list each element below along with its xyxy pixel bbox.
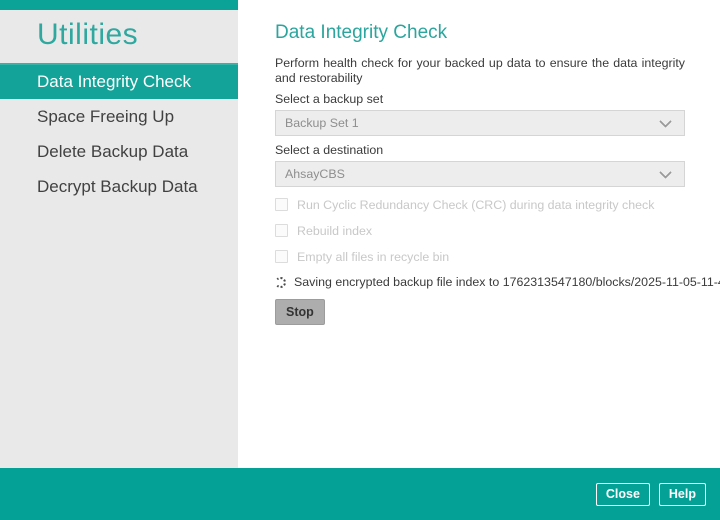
page-title: Utilities [37,18,139,51]
crc-checkbox-label: Run Cyclic Redundancy Check (CRC) during… [297,197,655,212]
rebuild-index-row: Rebuild index [275,223,685,238]
description-text: Perform health check for your backed up … [275,56,685,85]
empty-recycle-bin-checkbox[interactable] [275,250,288,263]
sidebar-item-delete-backup-data[interactable]: Delete Backup Data [0,134,238,169]
progress-status-row: Saving encrypted backup file index to 17… [275,275,720,289]
status-text: Saving encrypted backup file index to 17… [294,275,720,289]
chevron-down-icon [659,165,672,179]
crc-check-row: Run Cyclic Redundancy Check (CRC) during… [275,197,685,212]
rebuild-index-checkbox[interactable] [275,224,288,237]
main-content: Data Integrity Check Perform health chec… [238,0,720,468]
utilities-window: Utilities Data Integrity Check Space Fre… [0,0,720,520]
chevron-down-icon [659,114,672,128]
options-group: Run Cyclic Redundancy Check (CRC) during… [275,197,685,264]
spinner-icon [275,276,286,288]
destination-label: Select a destination [275,143,384,157]
sidebar-item-space-freeing-up[interactable]: Space Freeing Up [0,99,238,134]
sidebar-item-decrypt-backup-data[interactable]: Decrypt Backup Data [0,169,238,204]
backup-set-label: Select a backup set [275,92,384,106]
footer-bar: Close Help [0,468,720,520]
sidebar: Utilities Data Integrity Check Space Fre… [0,0,243,468]
crc-checkbox[interactable] [275,198,288,211]
help-button[interactable]: Help [658,482,706,506]
empty-recycle-bin-label: Empty all files in recycle bin [297,249,450,264]
close-button[interactable]: Close [595,482,650,506]
backup-set-select[interactable]: Backup Set 1 [275,110,685,136]
sidebar-top-accent-bar [0,0,238,10]
destination-value: AhsayCBS [285,167,345,181]
sidebar-nav: Data Integrity Check Space Freeing Up De… [0,63,243,204]
sidebar-item-data-integrity-check[interactable]: Data Integrity Check [0,63,243,99]
destination-select[interactable]: AhsayCBS [275,161,685,187]
content-title: Data Integrity Check [275,22,448,43]
rebuild-index-label: Rebuild index [297,223,373,238]
backup-set-value: Backup Set 1 [285,116,359,130]
empty-recycle-bin-row: Empty all files in recycle bin [275,249,685,264]
stop-button[interactable]: Stop [275,299,325,325]
